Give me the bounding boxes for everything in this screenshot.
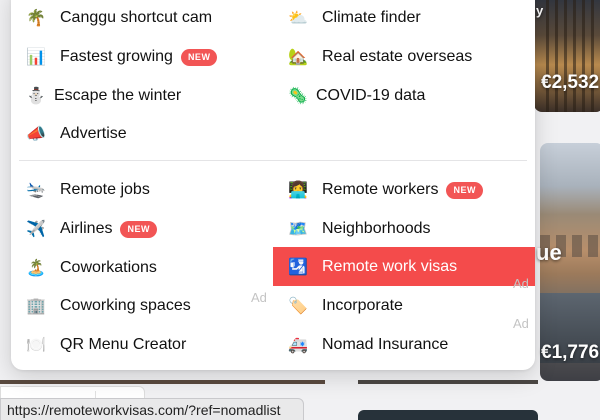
snowman-icon: ⛄ — [26, 88, 46, 105]
menu-item-advertise[interactable]: 📣 Advertise — [25, 115, 127, 153]
menu-item-fastest-growing[interactable]: 📊 Fastest growing NEW — [25, 38, 218, 76]
menu-item-label: COVID-19 data — [316, 87, 426, 104]
menu-item-label: Escape the winter — [54, 87, 182, 104]
virus-icon: 🦠 — [288, 88, 308, 105]
office-building-icon: 🏢 — [26, 298, 46, 315]
menu-item-label: Incorporate — [322, 297, 403, 314]
menu-item-label: QR Menu Creator — [60, 336, 187, 353]
menu-item-label: Neighborhoods — [322, 220, 431, 237]
tag-icon: 🏷️ — [288, 298, 308, 315]
city-card-next[interactable] — [358, 410, 538, 420]
menu-item-escape-winter[interactable]: ⛄ Escape the winter — [25, 77, 181, 115]
airplane-icon: ✈️ — [26, 221, 46, 238]
airplane-arrival-icon: 🛬 — [26, 182, 46, 199]
menu-item-incorporate[interactable]: 🏷️ Incorporate — [287, 287, 403, 325]
menu-item-label: Nomad Insurance — [322, 336, 449, 353]
passport-control-icon: 🛂 — [288, 258, 308, 276]
menu-item-qr-menu-creator[interactable]: 🍽️ QR Menu Creator — [25, 326, 186, 364]
nav-dropdown-menu: 🌴 Canggu shortcut cam 📊 Fastest growing … — [11, 0, 535, 370]
menu-item-label: Remote workers — [322, 181, 439, 198]
ad-label: Ad — [513, 316, 529, 331]
menu-item-label: Remote jobs — [60, 181, 150, 198]
menu-item-label: Coworking spaces — [60, 297, 191, 314]
link-preview-statusbar: https://remoteworkvisas.com/?ref=nomadli… — [0, 398, 304, 420]
menu-item-real-estate[interactable]: 🏡 Real estate overseas — [287, 38, 472, 76]
island-icon: 🏝️ — [26, 260, 46, 277]
menu-item-label: Advertise — [60, 125, 127, 142]
menu-item-covid-data[interactable]: 🦠 COVID-19 data — [287, 77, 425, 115]
menu-item-coworking-spaces[interactable]: 🏢 Coworking spaces — [25, 287, 191, 325]
city-card-top[interactable] — [534, 0, 600, 112]
ad-label: Ad — [513, 276, 529, 291]
menu-item-label: Coworkations — [60, 259, 157, 276]
menu-divider — [19, 160, 527, 161]
megaphone-icon: 📣 — [26, 126, 46, 143]
menu-item-coworkations[interactable]: 🏝️ Coworkations — [25, 249, 157, 287]
menu-item-label: Real estate overseas — [322, 48, 473, 65]
menu-item-label: Canggu shortcut cam — [60, 9, 213, 26]
menu-item-remote-workers[interactable]: 👩‍💻 Remote workers NEW — [287, 171, 483, 209]
menu-item-airlines[interactable]: ✈️ Airlines NEW — [25, 210, 157, 248]
menu-item-remote-jobs[interactable]: 🛬 Remote jobs — [25, 171, 150, 209]
menu-item-label: Climate finder — [322, 9, 421, 26]
city-card-top-title-fragment: y — [536, 3, 544, 18]
technologist-icon: 👩‍💻 — [288, 182, 308, 199]
ambulance-icon: 🚑 — [288, 337, 308, 354]
house-icon: 🏡 — [288, 49, 308, 66]
plate-cutlery-icon: 🍽️ — [26, 337, 46, 354]
menu-item-label: Airlines — [60, 220, 113, 237]
city-card-bottom-price: €1,776 — [541, 342, 600, 363]
card-edge-left — [0, 380, 325, 384]
palm-tree-icon: 🌴 — [26, 10, 46, 27]
sun-cloud-icon: ⛅ — [288, 10, 308, 27]
bar-chart-icon: 📊 — [26, 49, 46, 66]
new-badge: NEW — [446, 181, 483, 199]
city-card-top-price: €2,532 — [541, 72, 600, 93]
menu-item-label: Remote work visas — [322, 257, 458, 275]
menu-item-neighborhoods[interactable]: 🗺️ Neighborhoods — [287, 210, 431, 248]
menu-item-canggu-cam[interactable]: 🌴 Canggu shortcut cam — [25, 0, 212, 37]
map-icon: 🗺️ — [288, 221, 308, 238]
menu-item-label: Fastest growing — [60, 48, 173, 65]
city-card-bottom-title-fragment: ue — [536, 240, 562, 265]
new-badge: NEW — [180, 48, 218, 66]
ad-label: Ad — [251, 290, 267, 305]
new-badge: NEW — [120, 220, 157, 238]
card-edge-right — [358, 380, 538, 384]
menu-item-climate-finder[interactable]: ⛅ Climate finder — [287, 0, 421, 37]
menu-item-remote-work-visas[interactable]: 🛂 Remote work visas — [273, 247, 535, 286]
menu-item-nomad-insurance[interactable]: 🚑 Nomad Insurance — [287, 326, 448, 364]
